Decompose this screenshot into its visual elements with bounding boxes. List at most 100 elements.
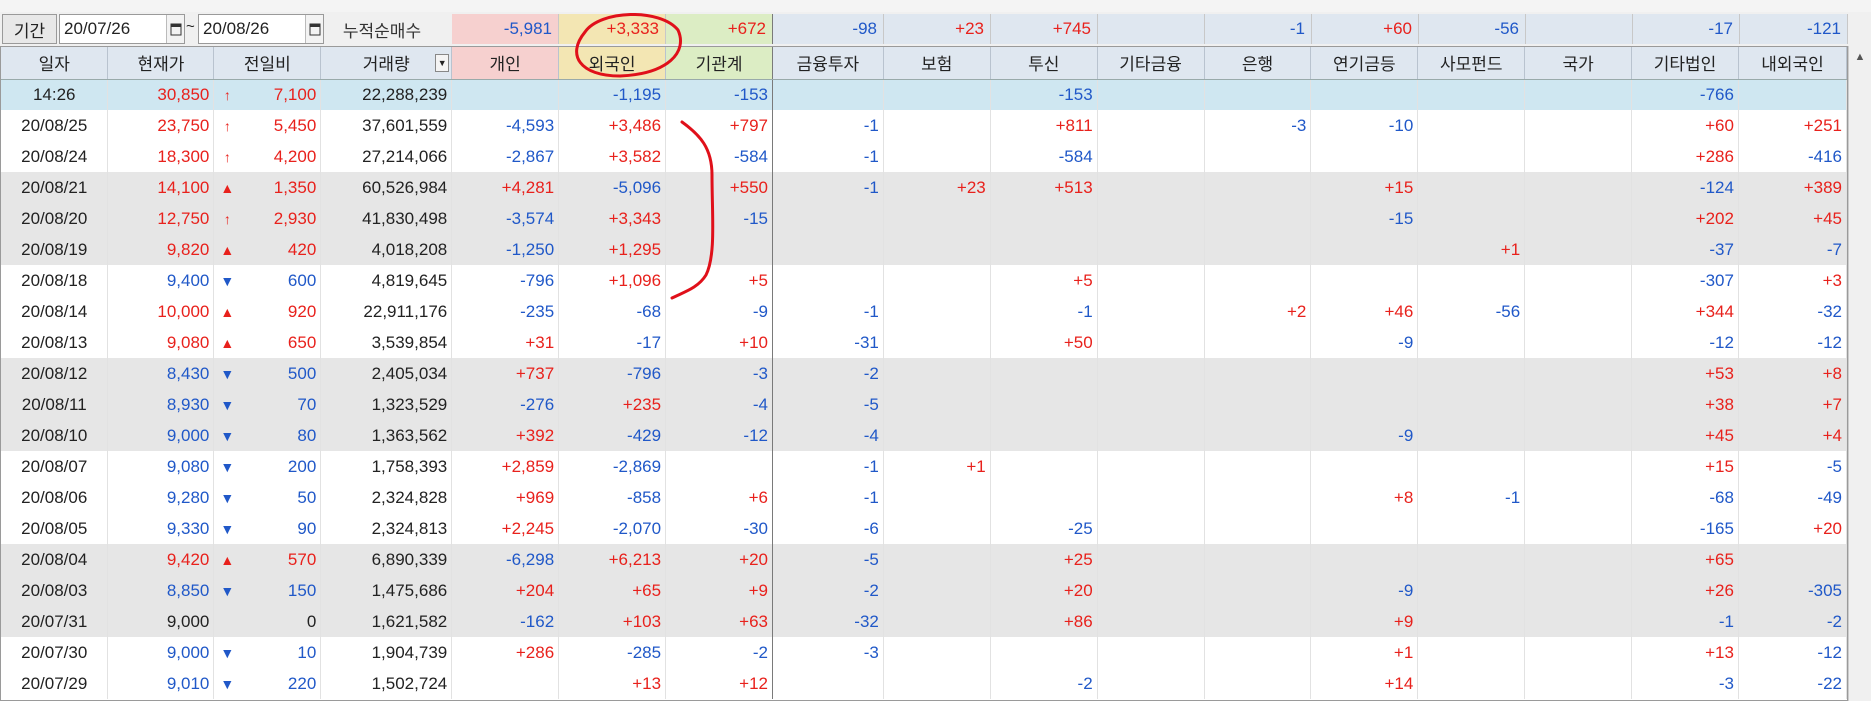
cell-fin: -32 (772, 606, 884, 637)
cell-volume: 37,601,559 (320, 110, 453, 141)
cell-nat (1524, 575, 1633, 606)
cell-for: +103 (558, 606, 667, 637)
cell-trust: -153 (990, 79, 1098, 110)
cell-trust: -2 (990, 668, 1098, 699)
header-fin-invest[interactable]: 금융투자 (772, 47, 884, 80)
header-individual[interactable]: 개인 (451, 47, 560, 80)
header-foreign-label: 외국인 (588, 55, 636, 75)
header-nation[interactable]: 국가 (1524, 47, 1633, 80)
investor-trading-grid[interactable]: 일자 현재가 전일비 거래량 ▼ 개인 외국인 기관계 금융투자 보험 투신 기타금융 은행 연기금등 사모… (0, 46, 1848, 701)
cell-nat (1524, 606, 1633, 637)
table-row[interactable]: 20/08/11 8,930 ▼ 70 1,323,529 -276 +235 -4 -5 +38… (1, 389, 1847, 420)
header-insurance[interactable]: 보험 (883, 47, 991, 80)
cell-volume: 3,539,854 (320, 327, 453, 358)
table-row[interactable]: 20/07/31 9,000 0 1,621,582 -162 +103 +63 -32 +86… (1, 606, 1847, 637)
cell-change: ▼ 600 (213, 265, 322, 296)
cell-change: ▼ 500 (213, 358, 322, 389)
table-row[interactable]: 20/08/07 9,080 ▼ 200 1,758,393 +2,859 -2,869 -1… (1, 451, 1847, 482)
scroll-up-icon[interactable]: ▲ (1851, 48, 1869, 66)
table-row[interactable]: 20/08/06 9,280 ▼ 50 2,324,828 +969 -858 +6 -1 +8-… (1, 482, 1847, 513)
header-volume[interactable]: 거래량 ▼ (320, 47, 453, 80)
start-date-field[interactable]: 20/07/26 (59, 14, 185, 44)
header-foreign[interactable]: 외국인 (558, 47, 667, 80)
cell-fin: -1 (772, 141, 884, 172)
cell-inst: +9 (665, 575, 773, 606)
summary-institution: +672 (666, 14, 773, 44)
table-row[interactable]: 20/08/19 9,820 ▲ 420 4,018,208 -1,250 +1,295 +1… (1, 234, 1847, 265)
header-other-fin[interactable]: 기타금융 (1097, 47, 1205, 80)
cell-change: ↑ 7,100 (213, 79, 322, 110)
cell-for: -858 (558, 482, 667, 513)
table-row[interactable]: 20/08/18 9,400 ▼ 600 4,819,645 -796 +1,096 +5 +5… (1, 265, 1847, 296)
cell-trust: -25 (990, 513, 1098, 544)
cell-price: 8,930 (107, 389, 215, 420)
table-row[interactable]: 20/08/03 8,850 ▼ 150 1,475,686 +204 +65 +9 -2 +20… (1, 575, 1847, 606)
cell-ind: -1,250 (451, 234, 560, 265)
cell-pen (1310, 79, 1419, 110)
header-private-fund-label: 사모펀드 (1439, 55, 1503, 75)
table-row[interactable]: 14:26 30,850 ↑ 7,100 22,288,239 -1,195 -153 -15… (1, 79, 1847, 110)
header-insurance-label: 보험 (921, 55, 953, 75)
table-row[interactable]: 20/08/12 8,430 ▼ 500 2,405,034 +737 -796 -3 -2 +5… (1, 358, 1847, 389)
vertical-scrollbar[interactable]: ▲ (1848, 46, 1871, 701)
cell-trust (990, 234, 1098, 265)
cell-for: -2,070 (558, 513, 667, 544)
table-row[interactable]: 20/08/24 18,300 ↑ 4,200 27,214,066 -2,867 +3,5… (1, 141, 1847, 172)
cell-dom: +7 (1738, 389, 1847, 420)
cell-inst: -3 (665, 358, 773, 389)
header-other-corp[interactable]: 기타법인 (1631, 47, 1739, 80)
cell-for: -5,096 (558, 172, 667, 203)
cell-for: -68 (558, 296, 667, 327)
cell-date: 20/08/14 (1, 296, 109, 327)
cell-pen (1310, 451, 1419, 482)
header-institution[interactable]: 기관계 (665, 47, 773, 80)
cell-ofin (1097, 544, 1205, 575)
table-row[interactable]: 20/08/25 23,750 ↑ 5,450 37,601,559 -4,593 +3,4… (1, 110, 1847, 141)
cell-inst: -12 (665, 420, 773, 451)
end-date-field[interactable]: 20/08/26 (198, 14, 324, 44)
header-change[interactable]: 전일비 (213, 47, 322, 80)
cell-bank (1204, 358, 1312, 389)
cell-price: 9,080 (107, 451, 215, 482)
cell-ind: +2,245 (451, 513, 560, 544)
header-domestic-foreign[interactable]: 내외국인 (1738, 47, 1847, 80)
header-price[interactable]: 현재가 (107, 47, 215, 80)
header-date[interactable]: 일자 (1, 47, 109, 80)
table-row[interactable]: 20/08/13 9,080 ▲ 650 3,539,854 +31 -17 +10 -31 +5… (1, 327, 1847, 358)
change-value: 0 (306, 611, 317, 631)
cell-ocorp: -3 (1631, 668, 1739, 699)
table-row[interactable]: 20/07/30 9,000 ▼ 10 1,904,739 +286 -285 -2 -3 +1 +… (1, 637, 1847, 668)
header-trust[interactable]: 투신 (990, 47, 1098, 80)
cell-change: ▲ 920 (213, 296, 322, 327)
calendar-icon[interactable] (166, 15, 184, 43)
table-row[interactable]: 20/08/14 10,000 ▲ 920 22,911,176 -235 -68 -9 -1-… (1, 296, 1847, 327)
cell-ofin (1097, 265, 1205, 296)
table-row[interactable]: 20/07/29 9,010 ▼ 220 1,502,724 +13 +12 -2 +14 -3-… (1, 668, 1847, 699)
cell-for: -796 (558, 358, 667, 389)
cell-for: -1,195 (558, 79, 667, 110)
header-pension[interactable]: 연기금등 (1310, 47, 1419, 80)
cell-ocorp: -766 (1631, 79, 1739, 110)
cell-price: 8,850 (107, 575, 215, 606)
cell-inst: +12 (665, 668, 773, 699)
table-row[interactable]: 20/08/21 14,100 ▲ 1,350 60,526,984 +4,281 -5,0… (1, 172, 1847, 203)
change-value: 650 (287, 332, 317, 352)
table-row[interactable]: 20/08/05 9,330 ▼ 90 2,324,813 +2,245 -2,070 -30… (1, 513, 1847, 544)
table-row[interactable]: 20/08/10 9,000 ▼ 80 1,363,562 +392 -429 -12 -4 -9… (1, 420, 1847, 451)
dropdown-arrow-icon[interactable]: ▼ (435, 54, 450, 72)
triangle-down-icon: ▼ (220, 520, 235, 537)
cell-ins (883, 544, 991, 575)
cell-bank (1204, 575, 1312, 606)
table-row[interactable]: 20/08/04 9,420 ▲ 570 6,890,339 -6,298 +6,213 +2… (1, 544, 1847, 575)
header-private-fund[interactable]: 사모펀드 (1417, 47, 1526, 80)
cell-bank (1204, 606, 1312, 637)
cell-inst: +6 (665, 482, 773, 513)
cell-price: 9,280 (107, 482, 215, 513)
cell-dom: +251 (1738, 110, 1847, 141)
cell-inst: -9 (665, 296, 773, 327)
header-bank[interactable]: 은행 (1204, 47, 1312, 80)
cell-trust: +5 (990, 265, 1098, 296)
summary-fin-invest: -98 (773, 14, 884, 44)
cell-fin: -5 (772, 544, 884, 575)
table-row[interactable]: 20/08/20 12,750 ↑ 2,930 41,830,498 -3,574 +3,3… (1, 203, 1847, 234)
